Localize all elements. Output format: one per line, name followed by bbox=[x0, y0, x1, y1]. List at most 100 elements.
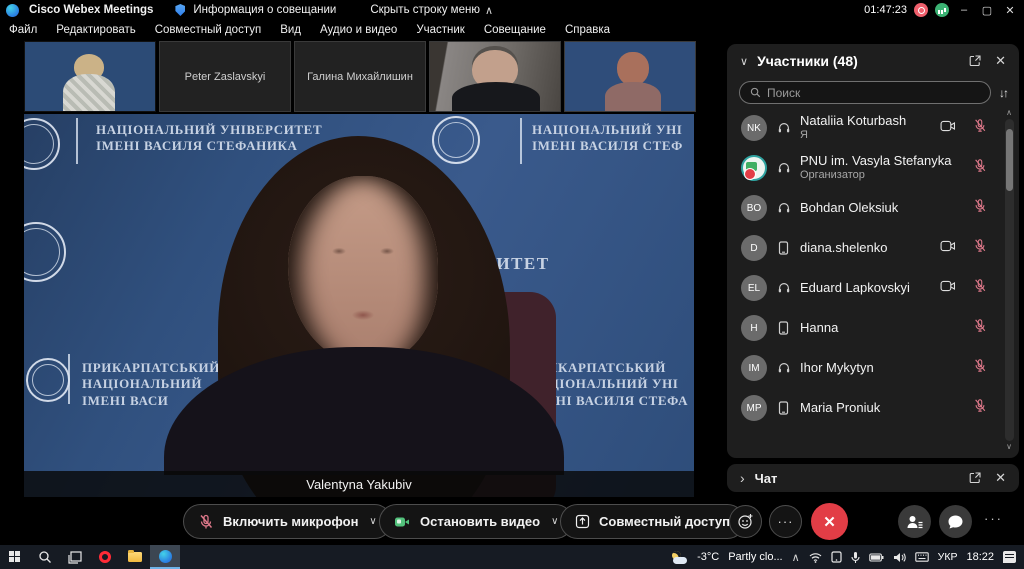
menu-item[interactable]: Аудио и видео bbox=[320, 24, 397, 36]
clock[interactable]: 18:22 bbox=[966, 551, 994, 563]
participant-video bbox=[565, 42, 695, 111]
participant-search[interactable] bbox=[739, 81, 991, 104]
meeting-info-shield-icon bbox=[175, 4, 185, 16]
filmstrip-thumbnail[interactable] bbox=[564, 41, 696, 112]
microphone-tray-icon[interactable] bbox=[851, 551, 860, 564]
leave-meeting-button[interactable]: ✕ bbox=[811, 503, 848, 540]
battery-icon[interactable] bbox=[869, 553, 884, 562]
banner-divider bbox=[520, 118, 522, 164]
main-video[interactable]: НАЦІОНАЛЬНИЙ УНІВЕРСИТЕТІМЕНІ ВАСИЛЯ СТЕ… bbox=[24, 114, 694, 497]
participant-row[interactable]: IM Ihor Mykytyn bbox=[727, 348, 1001, 388]
avatar: MP bbox=[741, 395, 767, 421]
menu-bar: Файл Редактировать Совместный доступ Вид Ауд… bbox=[0, 20, 1024, 40]
headset-icon bbox=[776, 361, 791, 375]
speaker-name: Valentyna Yakubiv bbox=[306, 477, 412, 492]
avatar: IM bbox=[741, 355, 767, 381]
more-panels-button[interactable]: ··· bbox=[984, 511, 1003, 526]
video-options-chevron-icon[interactable]: ∨ bbox=[551, 516, 558, 527]
windows-taskbar: -3°C Partly clo... ∧ УКР 18:22 bbox=[0, 545, 1024, 569]
show-hidden-icons-chevron[interactable]: ∧ bbox=[792, 551, 800, 564]
meeting-info-button[interactable]: Информация о совещании bbox=[193, 4, 336, 16]
more-options-button[interactable]: ··· bbox=[769, 505, 802, 538]
participants-scrollbar[interactable]: ∧ ∨ bbox=[1003, 108, 1015, 452]
toggle-chat-button[interactable] bbox=[939, 505, 972, 538]
participant-video bbox=[430, 42, 560, 111]
participant-row[interactable]: MP Maria Proniuk bbox=[727, 388, 1001, 428]
muted-mic-icon bbox=[973, 358, 987, 378]
weather-temp[interactable]: -3°C bbox=[697, 551, 719, 563]
weather-condition[interactable]: Partly clo... bbox=[728, 551, 782, 563]
popout-panel-icon[interactable] bbox=[969, 55, 981, 67]
close-panel-icon[interactable]: ✕ bbox=[995, 53, 1006, 69]
mic-options-chevron-icon[interactable]: ∨ bbox=[369, 516, 376, 527]
file-explorer-button[interactable] bbox=[120, 545, 150, 569]
minimize-button[interactable]: – bbox=[956, 4, 972, 16]
participant-row[interactable]: PNU im. Vasyla Stefanyka Организатор bbox=[727, 148, 1001, 188]
thumbnail-name-label: Peter Zaslavskyi bbox=[185, 71, 266, 83]
scroll-down-icon[interactable]: ∨ bbox=[1006, 442, 1012, 452]
opera-taskbar-button[interactable] bbox=[90, 545, 120, 569]
webex-taskbar-button[interactable] bbox=[150, 545, 180, 569]
scrollbar-track[interactable] bbox=[1005, 119, 1014, 441]
participant-row[interactable]: BO Bohdan Oleksiuk bbox=[727, 188, 1001, 228]
participant-row[interactable]: H Hanna bbox=[727, 308, 1001, 348]
menu-item[interactable]: Участник bbox=[416, 24, 465, 36]
scrollbar-thumb[interactable] bbox=[1006, 129, 1013, 191]
weather-icon[interactable] bbox=[670, 551, 688, 564]
participant-name: Nataliia Koturbash bbox=[800, 113, 906, 129]
close-panel-icon[interactable]: ✕ bbox=[995, 470, 1006, 486]
filmstrip-thumbnail[interactable]: Галина Михайлишин bbox=[294, 41, 426, 112]
menu-item[interactable]: Справка bbox=[565, 24, 610, 36]
hide-menu-label: Скрыть строку меню bbox=[370, 4, 480, 16]
filmstrip-thumbnail[interactable]: Peter Zaslavskyi bbox=[159, 41, 291, 112]
menu-item[interactable]: Редактировать bbox=[56, 24, 135, 36]
share-content-button[interactable]: Совместный доступ bbox=[560, 504, 745, 539]
notification-center-icon[interactable] bbox=[1003, 551, 1016, 563]
close-button[interactable]: ✕ bbox=[1002, 4, 1018, 17]
toggle-participants-button[interactable] bbox=[898, 505, 931, 538]
expand-chevron-icon[interactable]: › bbox=[740, 470, 745, 486]
control-bar: Включить микрофон ∨ Остановить видео ∨ С… bbox=[0, 499, 1024, 544]
popout-panel-icon[interactable] bbox=[969, 472, 981, 484]
search-icon bbox=[38, 550, 52, 564]
sort-participants-icon[interactable]: ↓↑ bbox=[999, 86, 1009, 100]
touch-keyboard-icon[interactable] bbox=[915, 552, 929, 562]
app-title: Cisco Webex Meetings bbox=[29, 4, 153, 16]
stop-video-button[interactable]: Остановить видео ∨ bbox=[379, 504, 573, 539]
scroll-up-icon[interactable]: ∧ bbox=[1006, 108, 1012, 118]
chat-panel[interactable]: › Чат ✕ bbox=[727, 464, 1019, 492]
collapse-chevron-icon[interactable]: ∨ bbox=[740, 55, 748, 68]
start-button[interactable] bbox=[0, 545, 30, 569]
menu-item[interactable]: Совместный доступ bbox=[155, 24, 261, 36]
phone-link-icon[interactable] bbox=[831, 551, 842, 563]
participant-name: PNU im. Vasyla Stefanyka bbox=[800, 153, 951, 169]
speaker-icon[interactable] bbox=[893, 552, 906, 563]
language-indicator[interactable]: УКР bbox=[938, 551, 958, 563]
recording-indicator-icon[interactable] bbox=[914, 3, 928, 17]
stop-video-label: Остановить видео bbox=[420, 514, 540, 529]
banner-line: ПРИКАРПАТСЬКИЙ bbox=[82, 360, 220, 376]
filmstrip-thumbnail[interactable] bbox=[24, 41, 156, 112]
participant-row[interactable]: D diana.shelenko bbox=[727, 228, 1001, 268]
menu-item[interactable]: Вид bbox=[280, 24, 301, 36]
wifi-icon[interactable] bbox=[809, 552, 822, 563]
participants-list: NK Nataliia Koturbash Я PNU im. Vasyla S… bbox=[727, 108, 1001, 454]
connection-indicator-icon[interactable] bbox=[935, 3, 949, 17]
participants-title: Участники (48) bbox=[757, 53, 858, 69]
menu-item[interactable]: Совещание bbox=[484, 24, 546, 36]
hide-menu-button[interactable]: Скрыть строку меню ∧ bbox=[370, 4, 493, 17]
banner-text-block: НАЦІОНАЛЬНИЙ УНІВЕРСИТЕТІМЕНІ ВАСИЛЯ СТЕ… bbox=[96, 122, 322, 155]
university-emblem-icon bbox=[24, 222, 66, 282]
participant-search-input[interactable] bbox=[767, 86, 980, 100]
task-view-button[interactable] bbox=[60, 545, 90, 569]
participant-row[interactable]: NK Nataliia Koturbash Я bbox=[727, 108, 1001, 148]
filmstrip-thumbnail[interactable] bbox=[429, 41, 561, 112]
reactions-button[interactable] bbox=[729, 505, 762, 538]
headset-icon bbox=[776, 201, 791, 215]
taskbar-search-button[interactable] bbox=[30, 545, 60, 569]
participant-row[interactable]: EL Eduard Lapkovskyi bbox=[727, 268, 1001, 308]
unmute-button[interactable]: Включить микрофон ∨ bbox=[183, 504, 392, 539]
maximize-button[interactable]: ▢ bbox=[979, 4, 995, 17]
menu-item[interactable]: Файл bbox=[9, 24, 37, 36]
opera-icon bbox=[99, 551, 111, 563]
